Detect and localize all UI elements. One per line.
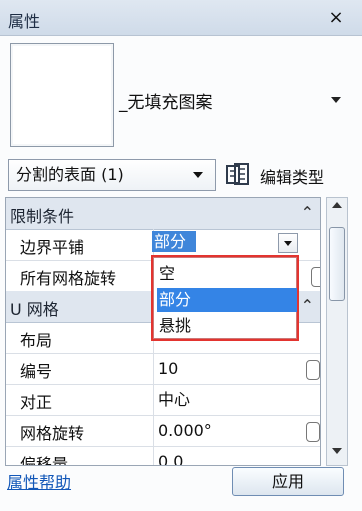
group-label: U 网格 <box>10 300 59 319</box>
property-row-number[interactable]: 编号 10 <box>6 353 320 385</box>
checkbox[interactable] <box>306 360 320 380</box>
chevron-down-icon[interactable] <box>284 241 292 246</box>
property-row-justification[interactable]: 对正 中心 <box>6 384 320 416</box>
dropdown-option-overhang[interactable]: 悬挑 <box>157 314 297 338</box>
chevron-down-icon[interactable] <box>331 97 341 103</box>
dropdown-option-empty[interactable]: 空 <box>157 262 297 286</box>
property-label: 布局 <box>20 331 53 350</box>
instance-selector[interactable]: 分割的表面 (1) <box>8 159 216 191</box>
property-label: 偏移量 <box>20 455 69 466</box>
boundary-tiles-selected-value[interactable]: 部分 <box>152 231 196 252</box>
type-preview-thumbnail <box>10 43 114 147</box>
collapse-icon[interactable]: ⌃ <box>301 296 314 315</box>
close-icon[interactable]: × <box>322 6 350 30</box>
checkbox[interactable] <box>306 422 320 442</box>
apply-button[interactable]: 应用 <box>232 467 344 496</box>
group-constraints[interactable]: 限制条件 ⌃ <box>6 198 320 230</box>
scrollbar-thumb[interactable] <box>329 227 345 301</box>
checkbox[interactable] <box>311 267 320 287</box>
property-label: 所有网格旋转 <box>20 269 117 288</box>
property-label: 网格旋转 <box>20 424 85 443</box>
property-label: 对正 <box>20 393 53 412</box>
boundary-tiles-dropdown-menu[interactable]: 空 部分 悬挑 <box>151 255 299 341</box>
properties-help-link[interactable]: 属性帮助 <box>7 469 71 493</box>
edit-type-button[interactable]: 编辑类型 <box>260 164 324 188</box>
dropdown-option-partial[interactable]: 部分 <box>157 288 297 312</box>
property-value[interactable]: 0.0 <box>153 446 320 465</box>
collapse-icon[interactable]: ⌃ <box>301 203 314 222</box>
property-value[interactable]: 0.000° <box>153 415 320 446</box>
property-row-grid-rotation[interactable]: 网格旋转 0.000° <box>6 415 320 447</box>
property-label: 边界平铺 <box>20 238 85 257</box>
scroll-up-icon[interactable] <box>332 202 342 208</box>
properties-title: 属性 <box>8 12 41 31</box>
property-value[interactable]: 中心 <box>153 384 320 415</box>
edit-type-icon[interactable] <box>224 161 252 189</box>
scroll-down-icon[interactable] <box>332 448 342 454</box>
properties-titlebar <box>0 0 362 36</box>
property-row-offset[interactable]: 偏移量 0.0 <box>6 446 320 466</box>
chevron-down-icon[interactable] <box>193 172 203 178</box>
group-label: 限制条件 <box>10 207 75 226</box>
property-value[interactable]: 10 <box>153 353 320 384</box>
property-label: 编号 <box>20 362 53 381</box>
type-selector-value[interactable]: _无填充图案 <box>119 88 213 113</box>
